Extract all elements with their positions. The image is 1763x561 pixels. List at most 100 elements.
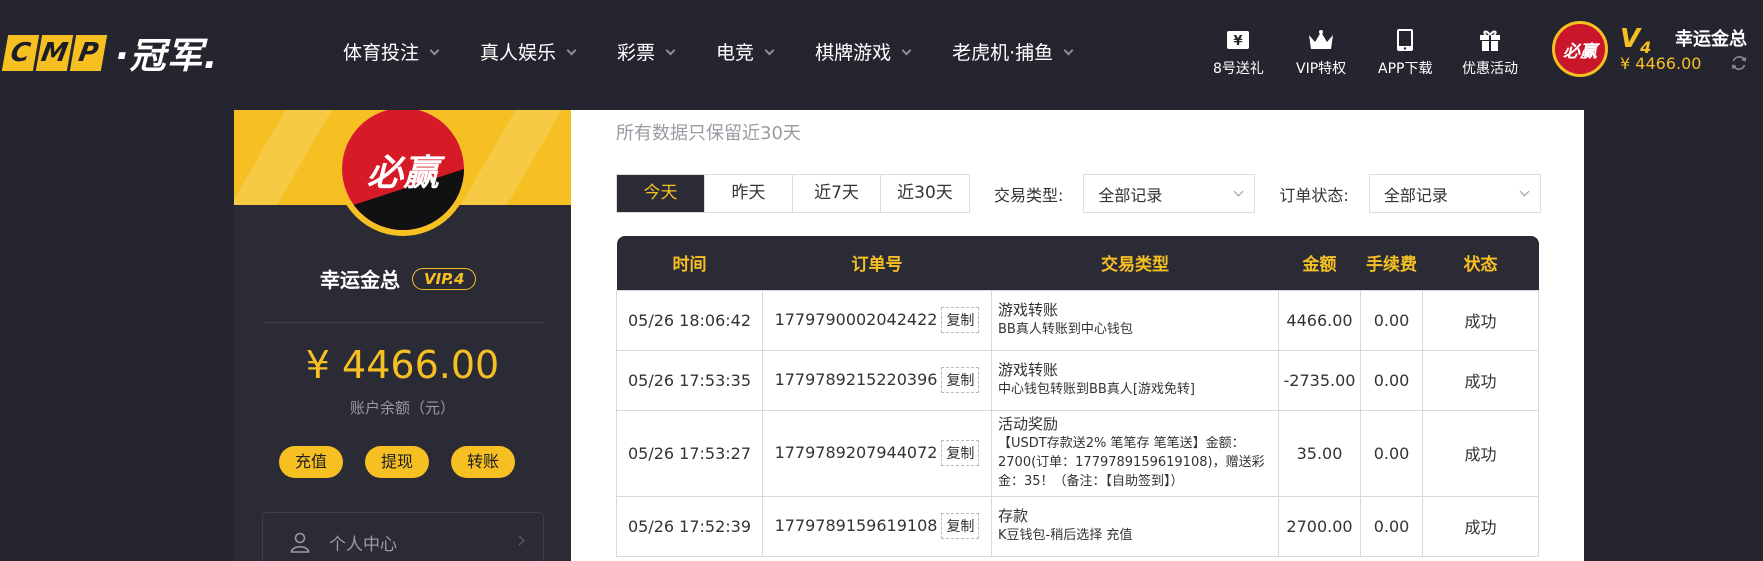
order-number: 1779789215220396	[774, 370, 938, 389]
yen-ticket-icon: ¥	[1226, 26, 1250, 54]
cell-order: 1779789215220396 复制	[762, 349, 992, 411]
nav-label: 真人娱乐	[480, 42, 557, 64]
refresh-icon[interactable]	[1730, 54, 1748, 72]
status-badge: 成功	[1422, 409, 1539, 497]
avatar[interactable]: 必赢	[1552, 21, 1608, 77]
transaction-type-select[interactable]: 全部记录	[1083, 174, 1256, 213]
cell-time: 05/26 17:53:27	[616, 409, 763, 497]
quick-link-vip[interactable]: VIP特权	[1296, 26, 1346, 78]
table-row: 05/26 18:06:42 1779790002042422 复制 游戏转账 BB…	[616, 289, 1539, 351]
nav-label: 电竞	[716, 42, 755, 64]
status-badge: 成功	[1422, 289, 1539, 351]
type-title: 游戏转账	[998, 301, 1059, 319]
column-header-amount: 金额	[1278, 236, 1361, 290]
header-username[interactable]: 幸运金总	[1675, 25, 1747, 51]
site-logo[interactable]: C M P ·冠军.	[1, 33, 218, 77]
cell-type: 活动奖励 【USDT存款送2% 笔笔存 笔笔送】金额：2700(订单：177978…	[991, 409, 1279, 497]
wallet-actions: 充值 提现 转账	[279, 446, 537, 478]
filter-bar: 今天 昨天 近7天 近30天 交易类型: 全部记录 订单状态: 全部记录	[616, 174, 1541, 213]
order-number: 1779790002042422	[774, 310, 938, 329]
cell-order: 1779789207944072 复制	[762, 409, 992, 497]
sidebar-item-personal-center[interactable]: 个人中心	[262, 512, 544, 561]
sidebar-username: 幸运金总	[320, 268, 400, 292]
order-status-label: 订单状态:	[1279, 185, 1349, 205]
logo-letter-p: P	[69, 35, 108, 71]
withdraw-button[interactable]: 提现	[365, 446, 429, 478]
cell-fee: 0.00	[1360, 409, 1423, 497]
quick-link-app[interactable]: APP下载	[1378, 26, 1432, 78]
cell-type: 游戏转账 BB真人转账到中心钱包	[991, 289, 1279, 351]
cell-fee: 0.00	[1360, 495, 1423, 557]
cell-order: 1779789159619108 复制	[762, 495, 992, 557]
nav-item-live-casino[interactable]: 真人娱乐	[480, 38, 577, 68]
transfer-button[interactable]: 转账	[451, 446, 515, 478]
quick-link-promotions[interactable]: 优惠活动	[1462, 26, 1518, 78]
table-header-row: 时间 订单号 交易类型 金额 手续费 状态	[616, 236, 1539, 290]
cell-fee: 0.00	[1360, 289, 1423, 351]
chevron-down-icon	[566, 45, 577, 56]
retention-notice: 所有数据只保留近30天	[616, 123, 801, 144]
cell-fee: 0.00	[1360, 349, 1423, 411]
column-header-time: 时间	[616, 236, 763, 290]
chevron-down-icon	[429, 45, 440, 56]
phone-icon	[1396, 26, 1414, 54]
tab-last-30-days[interactable]: 近30天	[881, 175, 969, 212]
column-header-status: 状态	[1422, 236, 1539, 290]
chevron-down-icon	[1519, 186, 1530, 197]
cell-time: 05/26 18:06:42	[616, 289, 763, 351]
chevron-down-icon	[901, 45, 912, 56]
svg-text:¥: ¥	[1234, 34, 1243, 49]
table-row: 05/26 17:52:39 1779789159619108 复制 存款 K豆钱包…	[616, 495, 1539, 557]
order-status-select[interactable]: 全部记录	[1368, 174, 1541, 213]
cell-type: 存款 K豆钱包-稍后选择 充值	[991, 495, 1279, 557]
type-title: 游戏转账	[998, 361, 1059, 379]
quick-link-label: 优惠活动	[1462, 61, 1518, 77]
cell-amount: 4466.00	[1278, 289, 1361, 351]
type-detail: BB真人转账到中心钱包	[998, 322, 1133, 337]
select-value: 全部记录	[1383, 185, 1448, 205]
cell-order: 1779790002042422 复制	[762, 289, 992, 351]
chevron-down-icon	[665, 45, 676, 56]
type-detail: K豆钱包-稍后选择 充值	[998, 528, 1133, 543]
sidebar-balance: ¥ 4466.00	[305, 343, 500, 387]
nav-label: 体育投注	[343, 42, 420, 64]
cell-time: 05/26 17:53:35	[616, 349, 763, 411]
crown-icon	[1307, 26, 1335, 54]
sidebar-user: 幸运金总 VIP.4	[320, 264, 477, 293]
column-header-order-no: 订单号	[762, 236, 992, 290]
main-nav: 体育投注 真人娱乐 彩票 电竞 棋牌游戏 老虎机·捕鱼	[343, 38, 1114, 68]
tab-last-7-days[interactable]: 近7天	[793, 175, 881, 212]
avatar-text: 必赢	[1563, 41, 1597, 62]
date-range-tabs: 今天 昨天 近7天 近30天	[616, 174, 970, 213]
user-icon	[289, 531, 311, 553]
copy-button[interactable]: 复制	[941, 513, 980, 539]
sidebar-item-label: 个人中心	[329, 534, 397, 555]
quick-link-gift-8[interactable]: ¥ 8号送礼	[1213, 26, 1264, 78]
type-title: 活动奖励	[998, 415, 1059, 433]
order-number: 1779789159619108	[774, 516, 938, 535]
nav-item-esports[interactable]: 电竞	[716, 38, 775, 68]
vip-badge: VIP.4	[412, 267, 477, 290]
chevron-down-icon	[1233, 186, 1244, 197]
table-row: 05/26 17:53:27 1779789207944072 复制 活动奖励 【U…	[616, 409, 1539, 497]
cell-amount: -2735.00	[1278, 349, 1361, 411]
deposit-button[interactable]: 充值	[279, 446, 343, 478]
copy-button[interactable]: 复制	[941, 440, 980, 466]
quick-link-label: VIP特权	[1296, 61, 1347, 77]
chevron-down-icon	[764, 45, 775, 56]
nav-item-sports[interactable]: 体育投注	[343, 38, 440, 68]
sidebar-avatar[interactable]: 必赢	[336, 110, 470, 236]
logo-letter-m: M	[35, 35, 74, 71]
nav-item-card-games[interactable]: 棋牌游戏	[815, 38, 912, 68]
logo-text: ·冠军.	[115, 36, 219, 77]
transaction-records-panel: 所有数据只保留近30天 今天 昨天 近7天 近30天 交易类型: 全部记录 订单…	[571, 110, 1584, 561]
copy-button[interactable]: 复制	[941, 307, 980, 333]
copy-button[interactable]: 复制	[941, 367, 980, 393]
nav-item-lottery[interactable]: 彩票	[617, 38, 676, 68]
tab-today[interactable]: 今天	[617, 175, 705, 212]
transactions-table: 时间 订单号 交易类型 金额 手续费 状态 05/26 18:06:42 177…	[616, 236, 1539, 557]
tab-yesterday[interactable]: 昨天	[705, 175, 793, 212]
nav-label: 棋牌游戏	[815, 42, 892, 64]
nav-item-slots-fishing[interactable]: 老虎机·捕鱼	[952, 38, 1074, 68]
cell-amount: 2700.00	[1278, 495, 1361, 557]
